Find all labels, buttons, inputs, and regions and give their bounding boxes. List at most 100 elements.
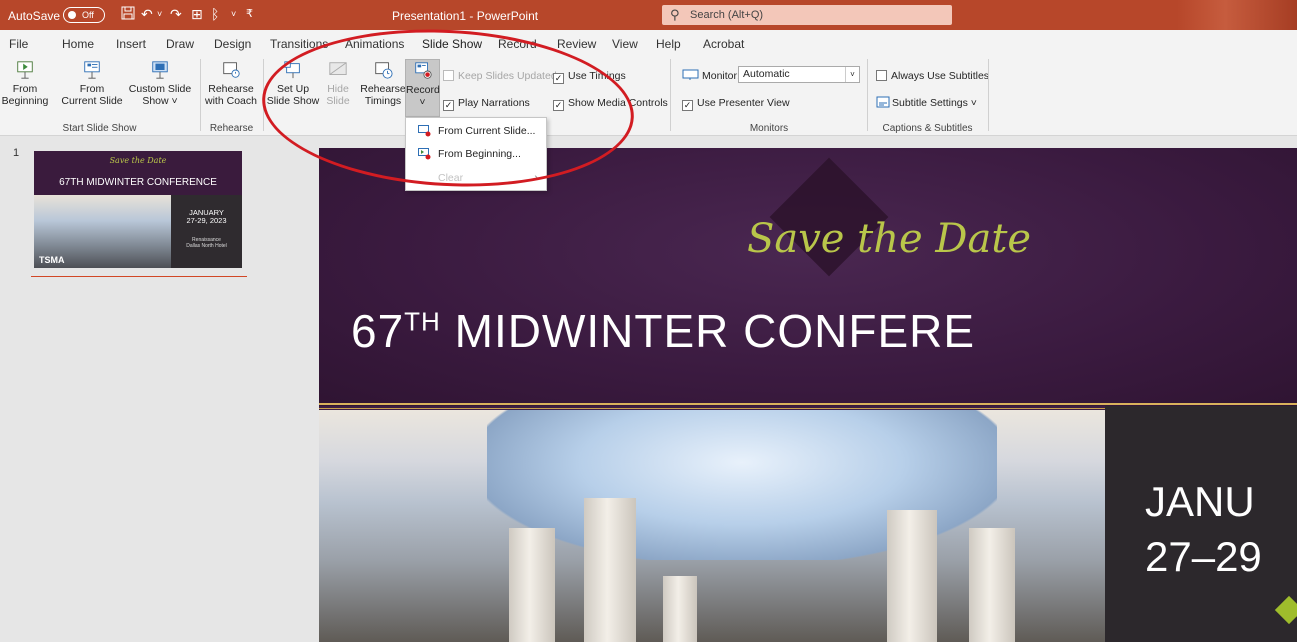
record-icon [414,62,432,79]
hide-label-2: Slide [326,95,350,107]
undo-dropdown-icon[interactable]: ˅ [157,6,162,22]
group-separator [263,59,264,131]
menu-item-label: From Beginning... [438,148,521,160]
use-presenter-view-checkbox[interactable]: ✓ Use Presenter View [682,97,790,111]
use-timings-label: Use Timings [568,70,626,82]
from-beginning-label-2: Beginning [1,95,49,107]
always-subtitles-label: Always Use Subtitles [891,70,990,82]
timings-label-1: Rehearse [360,83,406,95]
keep-slides-updated-checkbox[interactable]: Keep Slides Updated [443,70,557,82]
check-icon: ✓ [682,100,693,111]
save-icon[interactable] [121,6,135,23]
play-narrations-checkbox[interactable]: ✓ Play Narrations [443,97,530,111]
search-placeholder: Search (Alt+Q) [690,9,764,21]
thumb-conference-title: 67TH MIDWINTER CONFERENCE [59,177,217,188]
tab-help[interactable]: Help [656,37,681,51]
checkbox-empty [876,70,887,81]
use-timings-checkbox[interactable]: ✓ Use Timings [553,70,626,84]
group-separator [867,59,868,131]
search-icon: ⚲ [670,7,680,22]
insertion-line [31,276,247,277]
touch-mode-icon[interactable]: ᛒ [211,6,219,22]
check-icon: ✓ [443,100,454,111]
pillar [663,576,697,642]
from-beginning-button[interactable]: From Beginning [0,60,50,107]
group-label-captions: Captions & Subtitles [882,123,973,134]
autosave-toggle[interactable]: Off [63,7,105,23]
from-current-slide-button[interactable]: From Current Slide [60,60,124,107]
record-label: Record [406,84,440,96]
always-use-subtitles-checkbox[interactable]: Always Use Subtitles [876,70,989,82]
slide-date-days: 27–29 [1145,533,1262,580]
tab-design[interactable]: Design [214,37,251,51]
hide-slide-button[interactable]: Hide Slide [324,60,352,107]
pillar [584,498,636,642]
search-input[interactable]: ⚲ Search (Alt+Q) [662,5,952,25]
tab-home[interactable]: Home [62,37,94,51]
title-bar: AutoSave Off ↶ ˅ ↷ ⊞ ᛒ ˅ ₹ Presentation1… [0,0,1297,30]
menu-item-from-current-slide[interactable]: From Current Slide... [406,120,546,142]
set-up-slide-show-button[interactable]: Set Up Slide Show [266,60,320,107]
monitor-select[interactable]: Automatic ˅ [738,66,860,83]
ribbon-tabs: File Home Insert Draw Design Transitions… [0,30,1297,57]
tab-slide-show[interactable]: Slide Show [422,37,483,57]
tab-file[interactable]: File [9,37,28,51]
group-separator [670,59,671,131]
tab-draw[interactable]: Draw [166,37,194,51]
show-media-controls-checkbox[interactable]: ✓ Show Media Controls [553,97,668,111]
custom-label-2: Show ˅ [142,95,178,107]
slide-thumbnail-pane: 1 Save the Date 67TH MIDWINTER CONFERENC… [0,137,261,642]
undo-icon[interactable]: ↶ [141,6,153,22]
slide-save-the-date: Save the Date [746,216,1032,262]
tab-insert[interactable]: Insert [116,37,146,51]
checkbox-empty [443,70,454,81]
group-separator [988,59,989,131]
tab-view[interactable]: View [612,37,638,51]
monitor-label: Monitor: [702,70,740,82]
tab-review[interactable]: Review [557,37,596,51]
record-dropdown-menu: From Current Slide... From Beginning... … [405,117,547,191]
presenter-view-label: Use Presenter View [697,97,790,109]
customize-qat-icon[interactable]: ₹ [246,6,253,22]
slide-conference-title: 67TH MIDWINTER CONFERE [351,304,975,358]
ribbon: From Beginning From Current Slide Custom… [0,55,1297,136]
hide-slide-icon [329,62,347,75]
custom-label-1: Custom Slide [128,83,192,95]
monitor-icon [682,69,699,80]
redo-icon[interactable]: ↷ [170,6,182,22]
subtitle-settings-button[interactable]: Subtitle Settings ˅ [876,96,977,109]
pillar [887,510,937,642]
record-current-icon [418,125,431,137]
document-title: Presentation1 - PowerPoint [392,9,539,23]
chevron-down-icon[interactable]: ˅ [845,67,859,82]
monitor-value: Automatic [743,68,790,80]
record-button[interactable]: Record ˅ [405,59,440,117]
thumb-date-days: 27-29, 2023 [186,216,227,225]
show-media-label: Show Media Controls [568,97,668,109]
custom-slide-show-button[interactable]: Custom Slide Show ˅ [128,60,192,107]
menu-item-from-beginning[interactable]: From Beginning... [406,143,546,165]
rehearse-with-coach-button[interactable]: Rehearse with Coach [202,60,260,107]
custom-slide-show-icon [152,61,168,79]
from-current-label-1: From [79,83,105,95]
setup-label-2: Slide Show [266,95,320,107]
menu-item-clear[interactable]: Clear › [406,167,546,189]
tab-acrobat[interactable]: Acrobat [703,37,744,51]
thumb-save-the-date: Save the Date [109,156,167,165]
present-icon[interactable]: ⊞ [191,6,203,22]
rehearse-timings-icon [375,62,393,79]
autosave-label: AutoSave [8,9,61,23]
tab-transitions[interactable]: Transitions [270,37,328,51]
rehearse-timings-button[interactable]: Rehearse Timings [360,60,406,107]
chevron-down-icon[interactable]: ˅ [231,6,236,22]
slide-canvas[interactable]: Save the Date 67TH MIDWINTER CONFERE JAN… [319,148,1297,642]
slide-thumbnail[interactable]: Save the Date 67TH MIDWINTER CONFERENCE … [34,151,242,268]
record-button-content: Record ˅ [406,61,440,108]
conf-number: 67 [351,305,405,357]
coach-label-1: Rehearse [208,83,254,95]
record-dropdown-arrow: ˅ [419,96,426,108]
conf-superscript: TH [404,306,441,337]
tab-record[interactable]: Record [498,37,537,51]
subtitle-settings-label: Subtitle Settings ˅ [892,97,977,109]
tab-animations[interactable]: Animations [345,37,404,51]
